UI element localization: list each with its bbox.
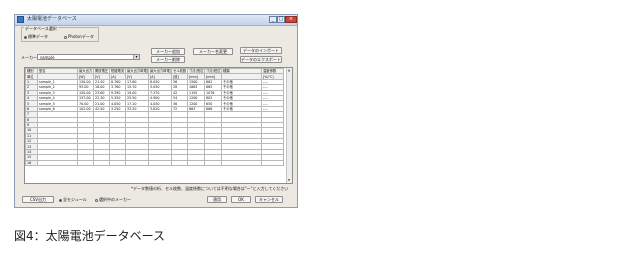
apply-button[interactable]: 適用 [207,196,227,203]
grid-cell[interactable] [171,159,188,167]
radio-on-icon [24,35,27,39]
scroll-up-icon[interactable]: ▲ [287,68,291,73]
database-select-legend: データベース選択 [24,26,58,31]
close-button[interactable]: × [285,16,297,23]
radio-selected-maker[interactable]: 選択中のメーカー [95,197,131,202]
window-title: 太陽電池データベース [27,16,77,22]
minimize-button[interactable]: _ [269,16,277,23]
grid-header-cell: 最大出力 [77,68,94,75]
radio-all-modules[interactable]: 全モジュール [59,197,87,202]
maximize-button[interactable]: □ [277,16,285,23]
delete-maker-button[interactable]: メーカー削除 [151,56,185,63]
grid-cell[interactable] [37,159,78,167]
radio-photon-label: Photonデータ [68,34,94,39]
radio-on-icon [59,198,62,202]
radio-off-icon [95,198,98,202]
row-number-cell[interactable]: 16 [25,159,38,167]
import-data-button[interactable]: データのインポート [240,47,282,54]
radio-standard-data[interactable]: 標準データ [24,34,48,39]
grid-cell[interactable] [125,159,149,167]
title-bar[interactable]: 太陽電池データベース _ □ × [15,15,297,26]
grid-header-cell: 寸法(短辺) [204,68,222,75]
cancel-button[interactable]: キャンセル [255,196,283,203]
scroll-down-icon[interactable]: ▼ [287,178,291,183]
database-window: 太陽電池データベース _ □ × データベース選択 標準データ Photonデー… [14,14,298,208]
grid-cell[interactable] [109,159,126,167]
grid-header-cell: 最大出力時電流 [148,68,172,75]
input-note: *データ数値の桁、セル枚数、温度係数については不明な場合は"ー"と入力してくださ… [131,186,289,191]
grid-header-cell: 最大出力時電圧 [125,68,149,75]
app-icon [17,16,24,23]
export-data-button[interactable]: データのエクスポート [240,56,282,63]
grid-header-cell: 開放電圧 [93,68,110,75]
module-data-grid[interactable]: 種別 型名 最大出力 開放電圧 短絡電流 最大出力時電圧 最大出力時電流 セル枚数 寸法(長辺)… [24,67,293,184]
ok-button[interactable]: OK [231,196,251,203]
maker-select-value: sample [40,55,55,60]
grid-cell[interactable] [93,159,110,167]
grid-cell[interactable] [204,159,222,167]
radio-off-icon [64,35,67,39]
chevron-down-icon[interactable]: ▾ [133,55,139,59]
maker-select[interactable]: sample ▾ [37,54,140,60]
add-maker-button[interactable]: メーカー追加 [151,48,185,55]
radio-photon-data[interactable]: Photonデータ [64,34,94,39]
grid-header-cell: 寸法(長辺) [187,68,205,75]
radio-all-modules-label: 全モジュール [63,197,87,202]
table-row[interactable]: 16 [25,159,284,167]
grid-header-cell: 短絡電流 [109,68,126,75]
grid-cell[interactable] [187,159,205,167]
grid-cell[interactable] [77,159,94,167]
grid-cell[interactable] [261,159,284,167]
grid-cell[interactable] [148,159,172,167]
grid-vertical-scrollbar[interactable]: ▲ ▼ [286,68,292,183]
radio-standard-label: 標準データ [28,34,48,39]
database-select-group: データベース選択 標準データ Photonデータ [21,26,99,42]
grid-cell[interactable] [221,159,262,167]
radio-selected-maker-label: 選択中のメーカー [99,197,131,202]
grid-header-cell: セル枚数 [171,68,188,75]
figure-caption: 図4：太陽電池データベース [14,229,166,243]
change-maker-button[interactable]: メーカー名変更 [193,48,233,55]
csv-export-button[interactable]: CSV出力 [22,196,54,203]
